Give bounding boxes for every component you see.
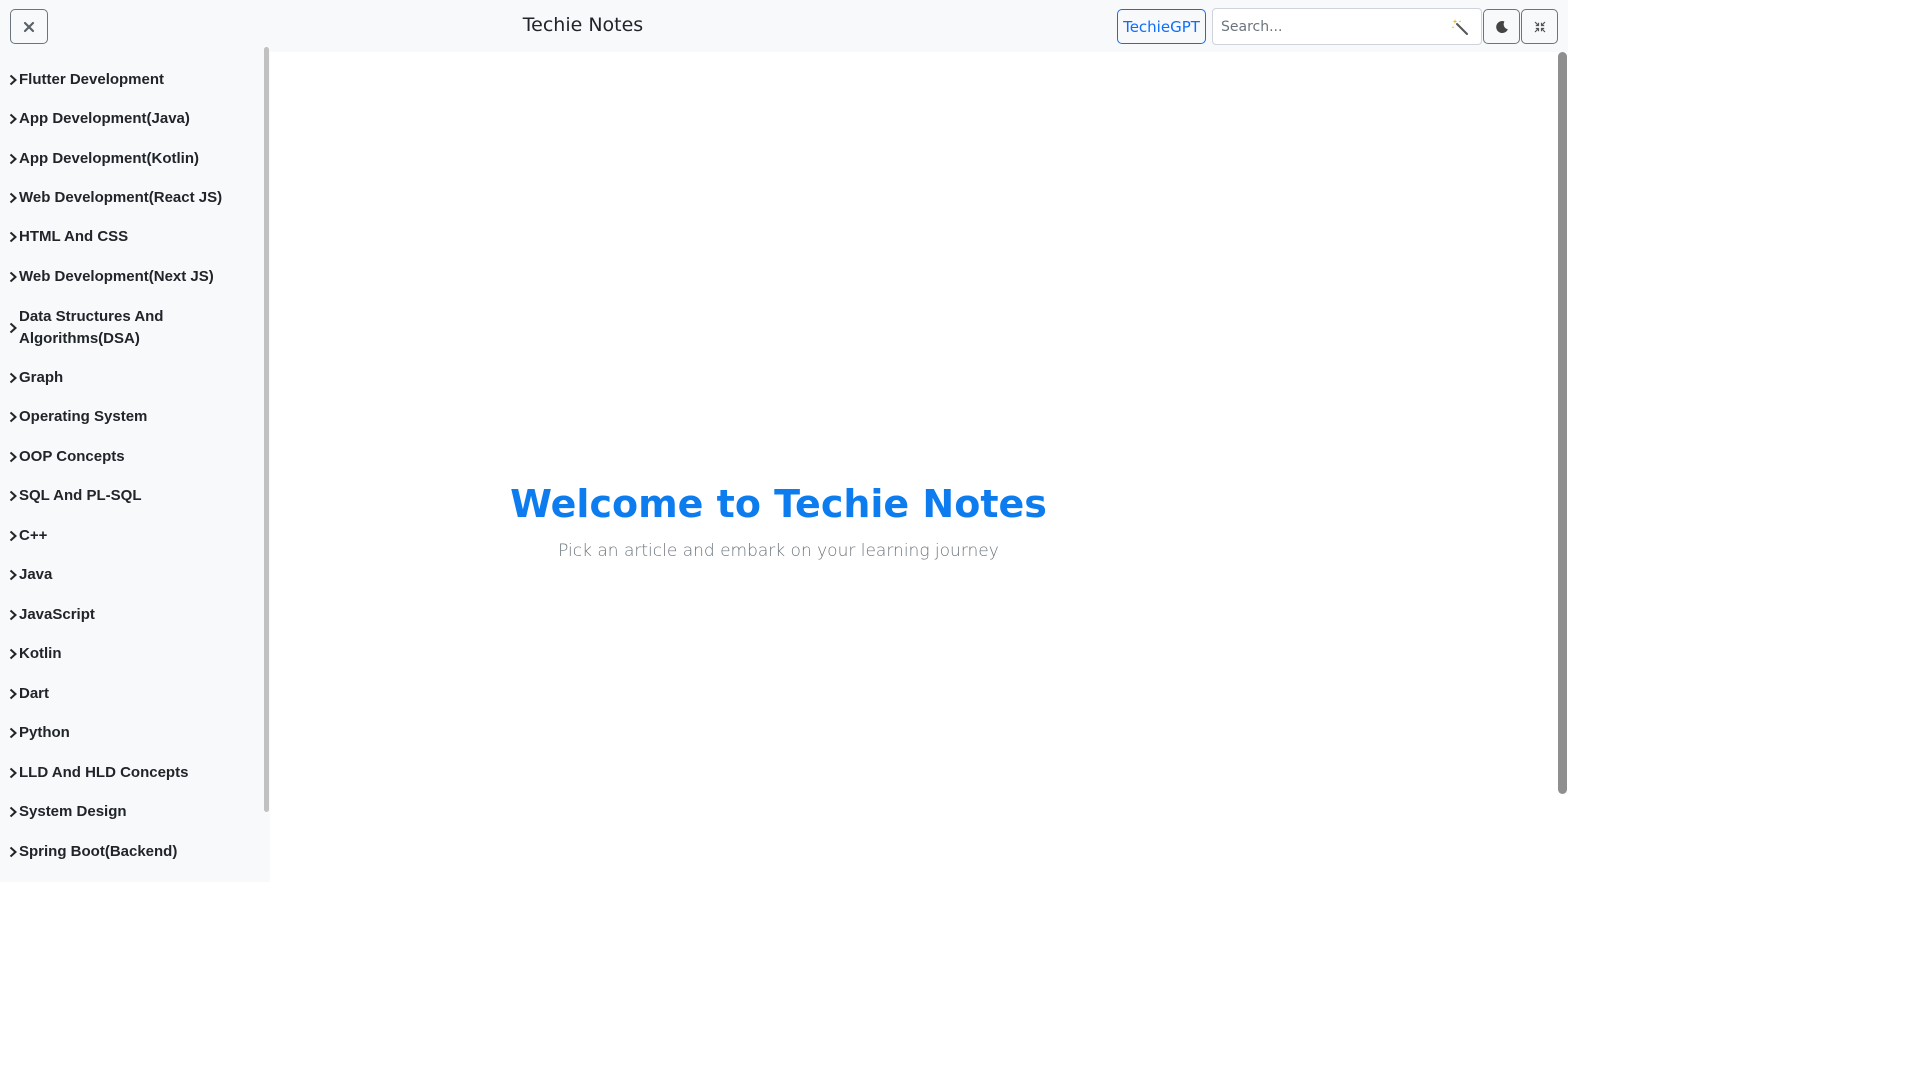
sidebar-item[interactable]: Python: [7, 722, 257, 744]
app-title: Techie Notes: [522, 14, 644, 36]
sidebar-item[interactable]: HTML And CSS: [7, 226, 257, 248]
sidebar: Flutter Development App Development(Java…: [0, 47, 270, 882]
chevron-right-icon: [9, 727, 17, 739]
chevron-right-icon: [9, 806, 17, 818]
chevron-right-icon: [9, 192, 17, 204]
chevron-right-icon: [9, 846, 17, 858]
sidebar-item-label: App Development(Java): [19, 110, 190, 127]
chevron-right-icon: [9, 113, 17, 125]
sidebar-item-label: Dart: [19, 685, 50, 702]
sidebar-item[interactable]: Kotlin: [7, 643, 257, 665]
sidebar-item[interactable]: Web Development(React JS): [7, 187, 257, 209]
sidebar-item-label: HTML And CSS: [19, 228, 129, 245]
chevron-right-icon: [9, 153, 17, 165]
moon-icon: [1495, 20, 1508, 33]
chevron-right-icon: [9, 372, 17, 384]
sidebar-scrollbar[interactable]: [264, 47, 269, 812]
sidebar-item-label: Web Development(Next JS): [19, 268, 214, 285]
top-navbar: Techie Notes TechieGPT: [0, 0, 1568, 52]
exit-fullscreen-icon: [1534, 21, 1545, 32]
sidebar-item-label: SQL And PL-SQL: [19, 487, 142, 504]
chevron-right-icon: [9, 569, 17, 581]
sidebar-item[interactable]: Web Development(Next JS): [7, 266, 257, 288]
chevron-right-icon: [9, 231, 17, 243]
chevron-right-icon: [9, 688, 17, 700]
chevron-right-icon: [9, 530, 17, 542]
sidebar-item[interactable]: System Design: [7, 801, 257, 823]
sidebar-item-label: Flutter Development: [19, 71, 165, 88]
fullscreen-button[interactable]: [1521, 9, 1558, 44]
main-content: Welcome to Techie Notes Pick an article …: [270, 52, 1556, 882]
sidebar-item-label: LLD And HLD Concepts: [19, 764, 189, 781]
chevron-right-icon: [9, 322, 17, 334]
sidebar-item[interactable]: Graph: [7, 367, 257, 389]
chevron-right-icon: [9, 490, 17, 502]
sidebar-item-label: OOP Concepts: [19, 448, 125, 465]
welcome-heading: Welcome to Techie Notes: [510, 482, 1047, 526]
sidebar-item[interactable]: SQL And PL-SQL: [7, 485, 257, 507]
chevron-right-icon: [9, 451, 17, 463]
welcome-subtitle: Pick an article and embark on your learn…: [558, 541, 999, 561]
search-box: [1212, 8, 1482, 45]
sidebar-item[interactable]: LLD And HLD Concepts: [7, 762, 257, 784]
sidebar-item[interactable]: App Development(Java): [7, 108, 257, 130]
sidebar-item-label: Graph: [19, 369, 64, 386]
sidebar-item[interactable]: Flutter Development: [7, 69, 257, 91]
sidebar-item[interactable]: C++: [7, 525, 257, 547]
chevron-right-icon: [9, 411, 17, 423]
chevron-right-icon: [9, 767, 17, 779]
chevron-right-icon: [9, 648, 17, 660]
sidebar-item[interactable]: Java: [7, 564, 257, 586]
techiegpt-button[interactable]: TechieGPT: [1117, 9, 1206, 44]
sidebar-item-label: C++: [19, 527, 48, 544]
magic-wand-icon[interactable]: [1451, 18, 1469, 36]
sidebar-item-label: Data Structures And Algorithms(DSA): [19, 308, 164, 347]
sidebar-item-label: System Design: [19, 803, 127, 820]
search-input[interactable]: [1213, 9, 1443, 44]
sidebar-item[interactable]: OOP Concepts: [7, 446, 257, 468]
main-scrollbar[interactable]: [1558, 52, 1567, 794]
chevron-right-icon: [9, 271, 17, 283]
sidebar-item-label: Java: [19, 566, 53, 583]
sidebar-item-label: Kotlin: [19, 645, 62, 662]
sidebar-item[interactable]: Operating System: [7, 406, 257, 428]
sidebar-item-label: JavaScript: [19, 606, 95, 623]
sidebar-item[interactable]: App Development(Kotlin): [7, 148, 257, 170]
sidebar-item-label: Operating System: [19, 408, 148, 425]
sidebar-item[interactable]: Dart: [7, 683, 257, 705]
chevron-right-icon: [9, 609, 17, 621]
sidebar-item-label: Web Development(React JS): [19, 189, 223, 206]
sidebar-item[interactable]: Data Structures And Algorithms(DSA): [7, 306, 207, 350]
dark-mode-toggle-button[interactable]: [1483, 9, 1520, 44]
sidebar-item[interactable]: JavaScript: [7, 604, 257, 626]
sidebar-item[interactable]: Spring Boot(Backend): [7, 841, 257, 863]
chevron-right-icon: [9, 74, 17, 86]
sidebar-item-label: App Development(Kotlin): [19, 150, 199, 167]
sidebar-item-label: Python: [19, 724, 70, 741]
sidebar-item-label: Spring Boot(Backend): [19, 843, 178, 860]
